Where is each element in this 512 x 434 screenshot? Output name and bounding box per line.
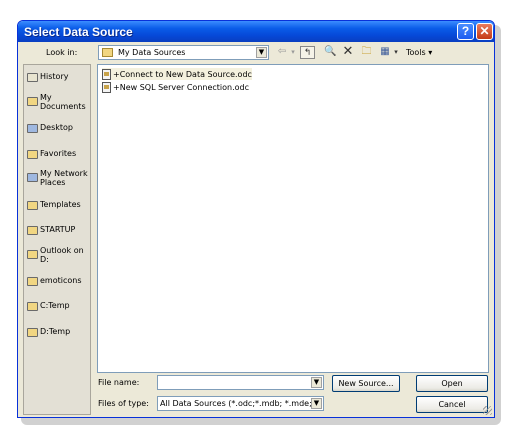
places-bar: History My Documents Desktop Favorites M… [23,64,91,415]
back-icon[interactable]: ⇦ [275,44,289,60]
folder-icon [27,226,38,235]
place-label: My Documents [40,93,86,111]
look-in-dropdown[interactable]: My Data Sources ▼ [98,45,269,60]
folder-icon [27,277,38,286]
place-templates[interactable]: Templates [27,200,91,210]
file-name: +Connect to New Data Source.odc [113,69,252,79]
odc-file-icon [102,68,111,80]
delete-icon[interactable]: ✕ [341,44,355,60]
search-web-icon[interactable]: 🔍 [323,44,338,60]
views-icon[interactable]: ▦ [378,44,392,60]
folder-icon [102,48,113,57]
folder-icon [27,201,38,210]
desktop-icon [27,124,38,133]
tools-label: Tools [406,48,426,57]
file-item[interactable]: +Connect to New Data Source.odc [102,68,252,80]
tools-menu[interactable]: Tools ▾ [406,48,432,57]
place-c-temp[interactable]: C:Temp [27,301,91,311]
file-name-input[interactable]: ▼ [157,375,324,390]
look-in-value: My Data Sources [118,48,186,57]
look-in-label: Look in: [46,48,78,57]
place-label: Templates [40,200,81,209]
place-outlook-on-d[interactable]: Outlook on D: [27,246,91,264]
cancel-button[interactable]: Cancel [416,396,488,413]
file-list[interactable]: +Connect to New Data Source.odc +New SQL… [97,64,489,373]
history-icon [27,73,38,82]
place-favorites[interactable]: Favorites [27,149,91,159]
title-bar[interactable]: Select Data Source ? ✕ [18,21,494,42]
place-label: My Network Places [40,169,88,187]
help-icon[interactable]: ? [457,23,474,40]
chevron-down-icon[interactable]: ▼ [311,377,322,388]
place-startup[interactable]: STARTUP [27,225,91,235]
place-label: History [40,72,69,81]
views-dropdown-icon[interactable]: ▾ [392,44,400,60]
place-history[interactable]: History [27,72,91,82]
resize-grip[interactable] [483,406,492,415]
file-name-label: File name: [98,378,140,387]
folder-icon [27,250,38,259]
files-of-type-value: All Data Sources (*.odc;*.mdb; *.mde; [160,399,312,408]
chevron-down-icon[interactable]: ▼ [256,47,267,58]
odc-file-icon [102,81,111,93]
place-label: Outlook on D: [40,246,84,264]
new-folder-icon[interactable]: 🗀 [359,44,374,60]
network-icon [27,173,38,182]
folder-icon [27,302,38,311]
files-of-type-label: Files of type: [98,399,149,408]
place-desktop[interactable]: Desktop [27,123,91,133]
favorites-icon [27,150,38,159]
place-label: D:Temp [40,327,71,336]
new-source-button[interactable]: New Source... [332,375,400,392]
close-icon[interactable]: ✕ [476,23,493,40]
chevron-down-icon[interactable]: ▼ [311,398,322,409]
place-label: C:Temp [40,301,70,310]
up-one-level-icon[interactable]: ↰ [300,46,315,59]
files-of-type-dropdown[interactable]: All Data Sources (*.odc;*.mdb; *.mde; ▼ [157,396,324,411]
file-item[interactable]: +New SQL Server Connection.odc [102,81,249,93]
place-label: STARTUP [40,225,76,234]
my-documents-icon [27,97,38,106]
place-label: emoticons [40,276,82,285]
window-title: Select Data Source [24,25,133,39]
file-name: +New SQL Server Connection.odc [113,82,250,92]
back-dropdown-icon[interactable]: ▾ [289,44,297,60]
place-emoticons[interactable]: emoticons [27,276,91,286]
place-my-documents[interactable]: My Documents [27,93,91,111]
folder-icon [27,328,38,337]
place-label: Desktop [40,123,73,132]
place-label: Favorites [40,149,77,158]
place-my-network-places[interactable]: My Network Places [27,169,91,187]
place-d-temp[interactable]: D:Temp [27,327,91,337]
select-data-source-dialog: Select Data Source ? ✕ Look in: My Data … [17,20,495,418]
open-button[interactable]: Open [416,375,488,392]
